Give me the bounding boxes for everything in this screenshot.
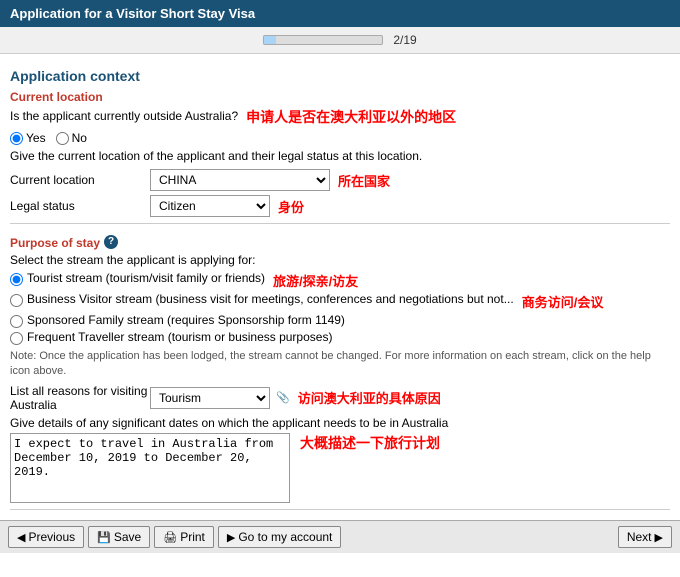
app-title: Application for a Visitor Short Stay Vis… [10,6,255,21]
stream-tourist-option[interactable]: Tourist stream (tourism/visit family or … [10,271,670,290]
stream-sponsored-option[interactable]: Sponsored Family stream (requires Sponso… [10,313,670,328]
outside-yes-option[interactable]: Yes [10,131,46,145]
previous-label: Previous [28,530,75,544]
previous-button[interactable]: ◀ Previous [8,526,84,548]
save-button[interactable]: 💾 Save [88,526,150,548]
stream-frequent-radio[interactable] [10,332,23,345]
legal-status-row: Legal status Citizen Permanent Resident … [10,195,670,217]
next-button[interactable]: Next ▶ [618,526,672,548]
stream-frequent-option[interactable]: Frequent Traveller stream (tourism or bu… [10,330,670,345]
outside-australia-row: Is the applicant currently outside Austr… [10,107,670,127]
business-annotation: 商务访问/会议 [522,292,604,311]
purpose-of-stay-title: Purpose of stay [10,236,100,250]
outside-no-option[interactable]: No [56,131,87,145]
purpose-help-icon[interactable]: ? [104,235,118,249]
progress-track [263,35,383,45]
current-location-label: Current location [10,173,150,187]
next-icon: ▶ [655,531,663,544]
stream-sponsored-label: Sponsored Family stream (requires Sponso… [27,313,345,327]
title-bar: Application for a Visitor Short Stay Vis… [0,0,680,27]
progress-bar-container: 2/19 [0,27,680,54]
application-context-section: Application context Current location Is … [10,68,670,544]
page-counter: 2/19 [393,33,416,47]
stream-options: Tourist stream (tourism/visit family or … [10,271,670,345]
stream-tourist-radio[interactable] [10,273,23,286]
dates-row: I expect to travel in Australia from Dec… [10,433,670,503]
outside-yes-radio[interactable] [10,132,23,145]
dates-textarea[interactable]: I expect to travel in Australia from Dec… [10,433,290,503]
stream-frequent-label: Frequent Traveller stream (tourism or bu… [27,330,332,344]
tourist-annotation: 旅游/探亲/访友 [273,271,358,290]
stream-business-option[interactable]: Business Visitor stream (business visit … [10,292,670,311]
outside-yes-label: Yes [26,131,46,145]
reason-label: List all reasons for visiting Australia [10,384,150,412]
save-label: Save [114,530,141,544]
progress-fill [264,36,276,44]
reason-annotation: 访问澳大利亚的具体原因 [298,388,441,407]
next-label: Next [627,530,652,544]
current-location-row: Current location CHINA AUSTRALIA USA 所在国… [10,169,670,191]
previous-icon: ◀ [17,531,25,544]
footer-bar: ◀ Previous 💾 Save 🖨 Print ▶ Go to my acc… [0,520,680,553]
main-content: Application context Current location Is … [0,54,680,544]
stream-note: Note: Once the application has been lodg… [10,349,670,380]
outside-australia-question: Is the applicant currently outside Austr… [10,109,238,123]
go-to-account-label: Go to my account [238,530,332,544]
stream-business-radio[interactable] [10,294,23,307]
legal-status-annotation: 身份 [278,197,304,216]
legal-status-label: Legal status [10,199,150,213]
reason-row: List all reasons for visiting Australia … [10,384,670,412]
stream-sponsored-radio[interactable] [10,315,23,328]
legal-status-description: Give the current location of the applica… [10,149,670,163]
purpose-of-stay-block: Purpose of stay ? Select the stream the … [10,230,670,503]
application-context-title: Application context [10,68,670,84]
go-to-account-button[interactable]: ▶ Go to my account [218,526,342,548]
stream-question: Select the stream the applicant is apply… [10,253,670,267]
save-icon: 💾 [97,531,111,544]
current-location-select[interactable]: CHINA AUSTRALIA USA [150,169,330,191]
reason-select[interactable]: Tourism Business Family [150,387,270,409]
outside-no-radio[interactable] [56,132,69,145]
print-label: Print [180,530,205,544]
outside-australia-annotation: 申请人是否在澳大利亚以外的地区 [246,107,456,127]
outside-australia-radio-group: Yes No [10,131,670,145]
outside-no-label: No [72,131,87,145]
legal-status-select[interactable]: Citizen Permanent Resident Temporary Res… [150,195,270,217]
current-location-block: Current location Is the applicant curren… [10,90,670,217]
stream-tourist-label: Tourist stream (tourism/visit family or … [27,271,265,285]
account-icon: ▶ [227,531,235,544]
reason-icon-hint: 📎 [276,391,290,404]
dates-question: Give details of any significant dates on… [10,416,670,430]
stream-business-label: Business Visitor stream (business visit … [27,292,514,306]
current-location-title: Current location [10,90,670,104]
print-button[interactable]: 🖨 Print [154,526,214,548]
dates-annotation: 大概描述一下旅行计划 [300,433,440,453]
location-annotation: 所在国家 [338,171,390,190]
print-icon: 🖨 [163,531,177,544]
